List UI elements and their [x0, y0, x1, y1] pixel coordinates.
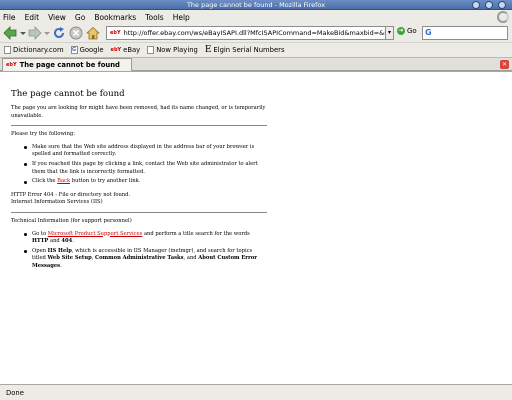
bookmark-dictionary[interactable]: Dictionary.com	[4, 45, 64, 54]
status-text: Done	[6, 388, 24, 397]
list-item: Open IIS Help, which is accessible in II…	[11, 248, 267, 271]
elgin-icon: E	[204, 44, 212, 55]
address-dropdown-icon[interactable]: ▾	[385, 26, 394, 40]
back-icon[interactable]	[3, 26, 17, 40]
bullet	[24, 250, 27, 254]
bullet	[24, 146, 27, 150]
menu-help[interactable]: Help	[173, 13, 190, 22]
minimize-button[interactable]	[472, 1, 480, 9]
list-item: Click the Back button to try another lin…	[11, 178, 267, 186]
menu-view[interactable]: View	[48, 13, 66, 22]
site-favicon-icon: ebY	[110, 30, 121, 36]
go-arrow-icon: ➜	[397, 27, 405, 35]
google-search-icon: G	[425, 28, 432, 37]
bookmark-label: Now Playing	[156, 45, 198, 54]
window-title: The page cannot be found - Mozilla Firef…	[186, 1, 326, 9]
bullet	[24, 233, 27, 237]
address-url[interactable]: http://offer.ebay.com/ws/eBayISAPI.dll?M…	[124, 29, 385, 37]
bullet	[24, 163, 27, 167]
server-line: Internet Information Services (IIS)	[11, 199, 103, 206]
list-item: Make sure that the Web site address disp…	[11, 144, 267, 159]
search-input[interactable]: G	[422, 26, 508, 40]
support-services-link[interactable]: Microsoft Product Support Services	[48, 231, 143, 237]
ebay-icon: ebY	[110, 46, 122, 53]
close-window-button[interactable]	[498, 1, 506, 9]
page-heading: The page cannot be found	[11, 89, 125, 99]
go-button[interactable]: ➜ Go	[397, 27, 417, 35]
address-bar[interactable]: ebY http://offer.ebay.com/ws/eBayISAPI.d…	[106, 26, 386, 40]
divider	[11, 125, 267, 127]
menu-tools[interactable]: Tools	[145, 13, 163, 22]
close-tab-icon[interactable]: ✕	[500, 60, 509, 69]
menu-go[interactable]: Go	[75, 13, 85, 22]
tech-list: Go to Microsoft Product Support Services…	[11, 231, 267, 271]
reload-icon[interactable]	[52, 26, 66, 40]
bookmark-label: eBay	[123, 45, 141, 54]
bookmark-label: Elgin Serial Numbers	[213, 45, 285, 54]
tab-bar: ebY The page cannot be found ✕	[0, 57, 512, 71]
go-label: Go	[407, 27, 417, 35]
divider	[11, 211, 267, 213]
throbber-icon	[497, 11, 509, 23]
menu-edit[interactable]: Edit	[25, 13, 40, 22]
bookmark-now-playing[interactable]: Now Playing	[147, 45, 198, 54]
status-bar: Done	[0, 385, 512, 400]
menu-bookmarks[interactable]: Bookmarks	[94, 13, 136, 22]
try-list: Make sure that the Web site address disp…	[11, 144, 267, 186]
page-icon	[4, 45, 11, 54]
window-titlebar: The page cannot be found - Mozilla Firef…	[0, 0, 512, 10]
bookmark-label: Google	[79, 45, 104, 54]
menu-file[interactable]: File	[3, 13, 16, 22]
bookmarks-toolbar: Dictionary.com G Google ebY eBay Now Pla…	[0, 42, 512, 56]
forward-dropdown-icon[interactable]	[43, 26, 51, 40]
stop-icon[interactable]	[69, 26, 83, 40]
maximize-button[interactable]	[485, 1, 493, 9]
list-item: If you reached this page by clicking a l…	[11, 161, 267, 176]
menu-bar: File Edit View Go Bookmarks Tools Help	[0, 10, 512, 24]
tab-favicon-icon: ebY	[6, 62, 17, 68]
bullet	[24, 180, 27, 184]
home-icon[interactable]	[86, 26, 100, 40]
bookmark-ebay[interactable]: ebY eBay	[111, 46, 141, 54]
try-heading: Please try the following:	[11, 131, 75, 138]
back-dropdown-icon[interactable]	[19, 26, 27, 40]
page-content: The page cannot be found The page you ar…	[0, 71, 512, 385]
google-icon: G	[70, 45, 78, 54]
navigation-toolbar: ebY http://offer.ebay.com/ws/eBayISAPI.d…	[0, 24, 512, 42]
bookmark-label: Dictionary.com	[13, 45, 64, 54]
intro-text: The page you are looking for might have …	[11, 105, 266, 119]
page-icon	[147, 45, 155, 54]
back-link[interactable]: Back	[57, 178, 70, 184]
forward-icon[interactable]	[28, 26, 42, 40]
bookmark-google[interactable]: G Google	[70, 45, 104, 54]
list-item: Go to Microsoft Product Support Services…	[11, 231, 267, 246]
tab-label: The page cannot be found	[19, 61, 120, 69]
tab-page-not-found[interactable]: ebY The page cannot be found	[2, 58, 132, 71]
tech-heading: Technical Information (for support perso…	[11, 217, 132, 224]
bookmark-elgin[interactable]: E Elgin Serial Numbers	[205, 45, 285, 55]
